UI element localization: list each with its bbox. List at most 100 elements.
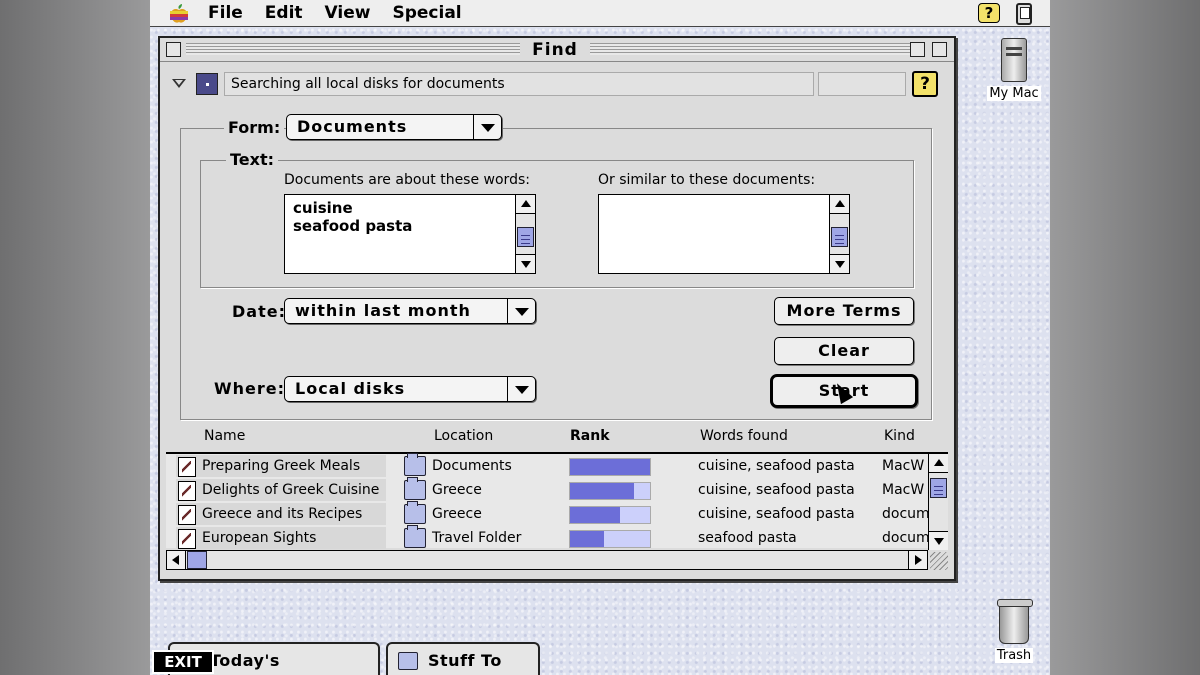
my-mac-desktop-icon[interactable]: My Mac xyxy=(984,38,1044,101)
scroll-up-icon[interactable] xyxy=(516,195,535,214)
document-icon xyxy=(178,505,196,525)
result-location: Greece xyxy=(432,482,482,498)
scroll-thumb[interactable] xyxy=(831,227,848,247)
clear-button[interactable]: Clear xyxy=(774,337,914,365)
search-status-row: Searching all local disks for documents … xyxy=(166,70,946,98)
result-words: cuisine, seafood pasta xyxy=(698,506,855,522)
resize-grip-icon[interactable] xyxy=(930,552,948,570)
help-menu-icon[interactable]: ? xyxy=(978,3,1000,23)
folder-icon xyxy=(404,477,426,500)
rank-bar xyxy=(569,506,651,524)
result-words: cuisine, seafood pasta xyxy=(698,458,855,474)
folder-icon xyxy=(404,453,426,476)
table-row[interactable]: Delights of Greek Cuisine Greece cuisine… xyxy=(166,477,928,503)
trash-icon xyxy=(997,599,1033,644)
similar-docs-label: Or similar to these documents: xyxy=(598,172,816,188)
similar-docs-scrollbar[interactable] xyxy=(829,195,849,273)
help-button-icon[interactable]: ? xyxy=(912,71,938,97)
scroll-up-icon[interactable] xyxy=(929,454,948,473)
where-label: Where: xyxy=(214,379,286,398)
folder-icon xyxy=(404,525,426,548)
result-name: Preparing Greek Meals xyxy=(202,458,361,474)
result-name: Delights of Greek Cuisine xyxy=(202,482,380,498)
menu-special[interactable]: Special xyxy=(392,3,461,23)
disclosure-triangle-icon[interactable] xyxy=(172,79,186,89)
about-words-line: cuisine xyxy=(293,199,353,217)
document-icon xyxy=(178,481,196,501)
chevron-down-icon xyxy=(507,299,535,323)
about-words-scrollbar[interactable] xyxy=(515,195,535,273)
left-letterbox xyxy=(0,0,150,675)
desktop: File Edit View Special ? Find Searching … xyxy=(150,0,1050,675)
table-row[interactable]: Preparing Greek Meals Documents cuisine,… xyxy=(166,453,928,479)
column-header-name[interactable]: Name xyxy=(204,428,245,444)
about-words-field[interactable]: cuisine seafood pasta xyxy=(284,194,536,274)
column-header-kind[interactable]: Kind xyxy=(884,428,915,444)
application-menu-icon[interactable] xyxy=(1016,3,1032,25)
result-kind: MacW xyxy=(882,482,925,498)
scroll-right-icon[interactable] xyxy=(908,551,927,569)
result-words: seafood pasta xyxy=(698,530,797,546)
date-popup[interactable]: within last month xyxy=(284,298,536,324)
close-box-icon[interactable] xyxy=(166,42,181,57)
scroll-left-icon[interactable] xyxy=(167,551,186,569)
form-label: Form: xyxy=(224,118,285,137)
computer-icon xyxy=(1001,38,1027,82)
tab-stuff-to-file[interactable]: Stuff To File xyxy=(386,642,540,675)
status-progress-field xyxy=(818,72,906,96)
column-header-location[interactable]: Location xyxy=(434,428,493,444)
scroll-thumb[interactable] xyxy=(517,227,534,247)
menu-file[interactable]: File xyxy=(208,3,243,23)
menu-bar: File Edit View Special ? xyxy=(150,0,1050,27)
menu-view[interactable]: View xyxy=(325,3,371,23)
similar-docs-field[interactable] xyxy=(598,194,850,274)
trash-label: Trash xyxy=(994,648,1034,663)
column-header-words-found[interactable]: Words found xyxy=(700,428,788,444)
right-letterbox xyxy=(1050,0,1200,675)
rank-bar xyxy=(569,530,651,548)
results-hscrollbar[interactable] xyxy=(166,550,928,570)
result-location: Travel Folder xyxy=(432,530,522,546)
my-mac-label: My Mac xyxy=(987,86,1041,101)
hscroll-thumb[interactable] xyxy=(187,551,207,569)
folder-icon xyxy=(404,501,426,524)
scroll-down-icon[interactable] xyxy=(929,531,948,550)
results-scrollbar[interactable] xyxy=(928,454,948,550)
table-row[interactable]: European Sights Travel Folder seafood pa… xyxy=(166,525,928,551)
rank-fill xyxy=(570,531,604,547)
rank-bar xyxy=(569,458,651,476)
text-group-label: Text: xyxy=(226,150,279,169)
about-words-line: seafood pasta xyxy=(293,217,413,235)
find-window: Find Searching all local disks for docum… xyxy=(158,36,956,581)
result-location: Greece xyxy=(432,506,482,522)
scroll-thumb[interactable] xyxy=(930,478,947,498)
search-status-text: Searching all local disks for documents xyxy=(224,72,814,96)
results-list: Preparing Greek Meals Documents cuisine,… xyxy=(166,452,948,551)
window-titlebar[interactable]: Find xyxy=(160,38,954,62)
trash-desktop-icon[interactable]: Trash xyxy=(984,599,1044,663)
form-popup[interactable]: Documents xyxy=(286,114,502,140)
folder-icon xyxy=(398,652,418,670)
exit-button[interactable]: EXIT xyxy=(152,650,214,674)
where-popup-value: Local disks xyxy=(295,379,406,398)
scroll-up-icon[interactable] xyxy=(830,195,849,214)
rank-fill xyxy=(570,483,634,499)
apple-menu-icon[interactable] xyxy=(168,3,190,23)
zoom-box-icon[interactable] xyxy=(910,42,925,57)
form-popup-value: Documents xyxy=(297,117,408,136)
chevron-down-icon xyxy=(473,115,501,139)
scroll-down-icon[interactable] xyxy=(830,254,849,273)
rank-bar xyxy=(569,482,651,500)
result-kind: docum xyxy=(882,506,928,522)
result-kind: docum xyxy=(882,530,928,546)
scroll-down-icon[interactable] xyxy=(516,254,535,273)
date-popup-value: within last month xyxy=(295,301,471,320)
about-words-label: Documents are about these words: xyxy=(284,172,530,188)
more-terms-button[interactable]: More Terms xyxy=(774,297,914,325)
where-popup[interactable]: Local disks xyxy=(284,376,536,402)
column-header-rank[interactable]: Rank xyxy=(570,428,610,444)
result-kind: MacW xyxy=(882,458,925,474)
menu-edit[interactable]: Edit xyxy=(265,3,303,23)
collapse-box-icon[interactable] xyxy=(932,42,947,57)
table-row[interactable]: Greece and its Recipes Greece cuisine, s… xyxy=(166,501,928,527)
